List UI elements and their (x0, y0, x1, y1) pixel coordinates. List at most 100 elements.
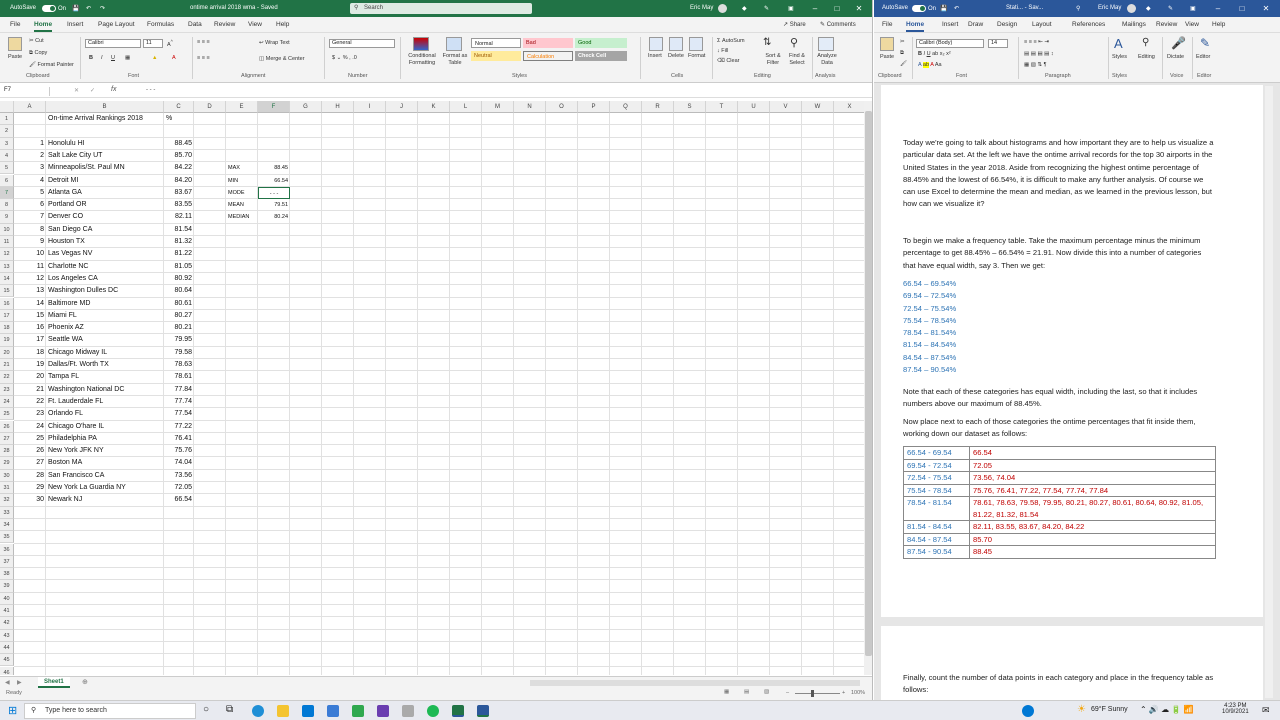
row-header[interactable]: 18 (0, 322, 14, 335)
airport-cell[interactable]: Washington Dulles DC (48, 285, 162, 297)
copy-button[interactable]: ⧉ Copy (29, 50, 47, 57)
word-page[interactable]: Today we're going to talk about histogra… (881, 85, 1263, 617)
tab-formulas[interactable]: Formulas (147, 21, 174, 28)
column-header[interactable]: X (834, 101, 864, 113)
column-header[interactable]: M (482, 101, 514, 113)
rank-cell[interactable]: 24 (16, 421, 44, 433)
pct-cell[interactable]: 78.63 (166, 359, 192, 371)
word-text-effects-icons[interactable]: A ab A Aa (918, 62, 942, 68)
rank-cell[interactable]: 20 (16, 371, 44, 383)
word-vertical-scrollbar[interactable] (1265, 86, 1273, 698)
taskbar-search-input[interactable]: ⚲ Type here to search (24, 703, 196, 719)
pct-cell[interactable]: 83.67 (166, 187, 192, 199)
editor-icon[interactable]: ✎ (1200, 36, 1210, 50)
airport-cell[interactable]: San Francisco CA (48, 470, 162, 482)
row-header[interactable]: 22 (0, 371, 14, 384)
row-header[interactable]: 25 (0, 408, 14, 421)
zoom-level[interactable]: 100% (851, 690, 865, 696)
rank-cell[interactable]: 29 (16, 482, 44, 494)
diamond-icon[interactable]: ◆ (742, 5, 747, 12)
format-cells-icon[interactable] (689, 37, 703, 51)
pct-cell[interactable]: 83.55 (166, 199, 192, 211)
row-header[interactable]: 31 (0, 482, 14, 495)
word-tab-review[interactable]: Review (1156, 21, 1177, 28)
airport-cell[interactable]: Houston TX (48, 236, 162, 248)
style-neutral[interactable]: Neutral (471, 51, 521, 61)
column-header[interactable]: H (322, 101, 354, 113)
rank-cell[interactable]: 3 (16, 162, 44, 174)
pct-cell[interactable]: 88.45 (166, 138, 192, 150)
rank-cell[interactable]: 5 (16, 187, 44, 199)
comments-button[interactable]: ✎ Comments (820, 21, 856, 28)
word-file-title[interactable]: Stati... - Sav... (1006, 5, 1043, 11)
column-header[interactable]: O (546, 101, 578, 113)
airport-cell[interactable]: Orlando FL (48, 408, 162, 420)
pct-cell[interactable]: 85.70 (166, 150, 192, 162)
word-align-icons[interactable]: ▤ ▤ ▤ ▤ ↕ (1024, 51, 1054, 57)
selected-cell[interactable]: - - - (258, 186, 290, 200)
select-all-corner[interactable] (0, 101, 14, 113)
airport-cell[interactable]: Chicago Midway IL (48, 347, 162, 359)
row-header[interactable]: 33 (0, 506, 14, 519)
pct-cell[interactable]: 73.56 (166, 470, 192, 482)
airport-cell[interactable]: Seattle WA (48, 334, 162, 346)
row-header[interactable]: 9 (0, 211, 14, 224)
editor-button[interactable]: Editor (1196, 54, 1210, 60)
pct-cell[interactable]: 79.95 (166, 334, 192, 346)
rank-cell[interactable]: 22 (16, 396, 44, 408)
rank-cell[interactable]: 19 (16, 359, 44, 371)
microphone-icon[interactable]: 🎤 (1171, 36, 1186, 50)
task-view-icon[interactable]: ⧉ (226, 704, 233, 715)
airport-cell[interactable]: Las Vegas NV (48, 248, 162, 260)
row-header[interactable]: 21 (0, 359, 14, 372)
pct-cell[interactable]: 75.76 (166, 445, 192, 457)
zoom-in-icon[interactable]: + (842, 690, 845, 696)
column-header[interactable]: C (164, 101, 194, 113)
align-left-icon[interactable]: ≡ ≡ ≡ (197, 55, 210, 61)
row-header[interactable]: 17 (0, 309, 14, 323)
airport-cell[interactable]: Los Angeles CA (48, 273, 162, 285)
column-header[interactable]: N (514, 101, 546, 113)
minimize-button[interactable]: – (805, 4, 825, 13)
spotify-icon[interactable] (427, 705, 439, 717)
sort-filter-button[interactable]: Sort & Filter (760, 53, 786, 67)
format-as-table-icon[interactable] (446, 37, 462, 51)
airport-cell[interactable]: Denver CO (48, 211, 162, 223)
row-header[interactable]: 32 (0, 494, 14, 507)
word-autosave-toggle[interactable]: On (910, 5, 936, 12)
row-header[interactable]: 14 (0, 272, 14, 286)
delete-button[interactable]: Delete (668, 53, 684, 59)
column-header[interactable]: A (14, 101, 46, 113)
edge-icon[interactable] (252, 705, 264, 717)
column-header[interactable]: P (578, 101, 610, 113)
word-cut-icon[interactable]: ✂ (900, 39, 905, 45)
rank-cell[interactable]: 13 (16, 285, 44, 297)
stat-label-cell[interactable]: MEDIAN (228, 211, 256, 223)
save-icon[interactable]: 💾 (72, 5, 79, 12)
row-header[interactable]: 37 (0, 555, 14, 569)
row-header[interactable]: 3 (0, 137, 14, 150)
underline-button[interactable]: U (111, 55, 115, 61)
word-format-painter-icon[interactable]: 🖌 (900, 61, 907, 67)
row-header[interactable]: 11 (0, 236, 14, 249)
sheet-tab-sheet1[interactable]: Sheet1 (38, 677, 70, 688)
word-tab-file[interactable]: File (882, 21, 892, 28)
word-editing-icon[interactable]: ⚲ (1142, 37, 1149, 48)
word-ribbon-display-icon[interactable]: ▣ (1190, 5, 1196, 12)
pct-cell[interactable]: 78.61 (166, 371, 192, 383)
style-good[interactable]: Good (575, 38, 627, 48)
row-header[interactable]: 39 (0, 580, 14, 593)
stat-label-cell[interactable]: MEAN (228, 199, 256, 211)
autosum-button[interactable]: Σ AutoSum (717, 38, 745, 44)
conditional-formatting-icon[interactable] (413, 37, 429, 51)
pct-cell[interactable]: 79.58 (166, 347, 192, 359)
analyze-data-button[interactable]: Analyze Data (815, 53, 839, 67)
rank-cell[interactable]: 16 (16, 322, 44, 334)
column-header[interactable]: S (674, 101, 706, 113)
airport-cell[interactable]: Atlanta GA (48, 187, 162, 199)
word-search-icon[interactable]: ⚲ (1076, 5, 1080, 12)
rank-cell[interactable]: 12 (16, 273, 44, 285)
rank-cell[interactable]: 25 (16, 433, 44, 445)
airport-cell[interactable]: Baltimore MD (48, 298, 162, 310)
app-purple-icon[interactable] (377, 705, 389, 717)
